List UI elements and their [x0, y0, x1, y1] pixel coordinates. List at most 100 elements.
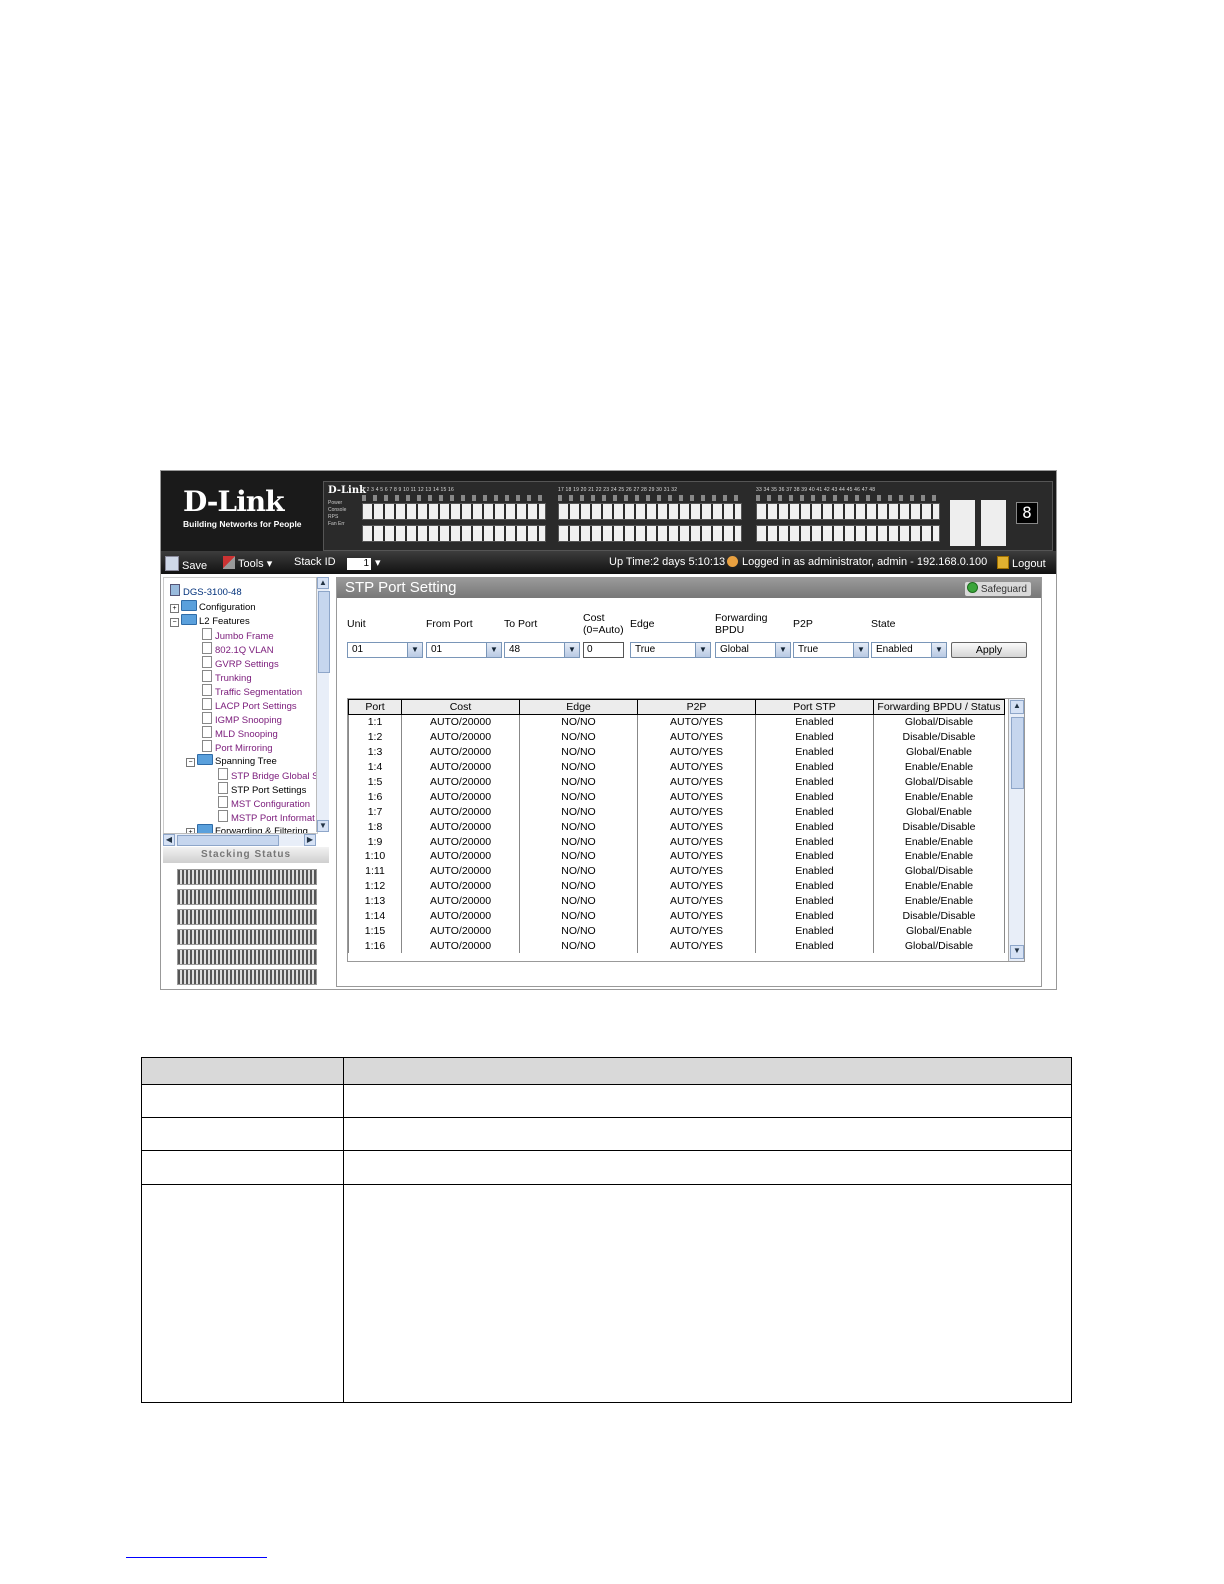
port-row-bottom[interactable] [362, 525, 546, 542]
table-row[interactable]: 1:13 AUTO/20000 NO/NO AUTO/YES Enabled Enable… [348, 893, 1005, 909]
state-select[interactable]: Enabled ▼ [871, 642, 947, 658]
table-row[interactable]: 1:16 AUTO/20000 NO/NO AUTO/YES Enabled Global… [348, 938, 1005, 954]
port-numbers: 17 18 19 20 21 22 23 24 25 26 27 28 29 3… [558, 487, 678, 493]
collapse-icon[interactable]: − [170, 618, 179, 627]
footnote-link[interactable] [126, 1557, 267, 1558]
tree-item-lacp[interactable]: LACP Port Settings [202, 698, 297, 713]
table-row[interactable]: 1:8 AUTO/20000 NO/NO AUTO/YES Enabled Disable… [348, 819, 1005, 835]
table-row[interactable]: 1:9 AUTO/20000 NO/NO AUTO/YES Enabled Enable/… [348, 834, 1005, 850]
scroll-up-icon[interactable]: ▲ [1010, 700, 1024, 714]
tree-item-root[interactable]: DGS-3100-48 [170, 584, 242, 599]
stack-unit-5[interactable] [177, 949, 317, 965]
stack-unit-6[interactable] [177, 969, 317, 985]
unit-id-display: 8 [1016, 502, 1038, 524]
table-row[interactable]: 1:4 AUTO/20000 NO/NO AUTO/YES Enabled Enable/… [348, 759, 1005, 775]
table-row[interactable]: 1:11 AUTO/20000 NO/NO AUTO/YES Enabled Global… [348, 863, 1005, 879]
port-group-1[interactable]: 1 2 3 4 5 6 7 8 9 10 11 12 13 14 15 16 [362, 487, 546, 547]
cell-port: 1:12 [348, 878, 402, 894]
sfp-ports[interactable] [950, 500, 1012, 546]
table-row[interactable]: 1:2 AUTO/20000 NO/NO AUTO/YES Enabled Disable… [348, 729, 1005, 745]
fwd-bpdu-select[interactable]: Global ▼ [715, 642, 791, 658]
table-row[interactable]: 1:5 AUTO/20000 NO/NO AUTO/YES Enabled Global/… [348, 774, 1005, 790]
port-table-body: 1:1 AUTO/20000 NO/NO AUTO/YES Enabled Global/… [348, 714, 1005, 954]
chevron-down-icon[interactable]: ▼ [486, 643, 501, 657]
cell-p2p: AUTO/YES [637, 893, 756, 909]
expand-icon[interactable]: + [170, 604, 179, 613]
from-port-select[interactable]: 01 ▼ [426, 642, 502, 658]
unit-select[interactable]: 01 ▼ [347, 642, 423, 658]
stack-id-select[interactable]: 1 [347, 558, 371, 570]
tree-item-mst-configuration[interactable]: MST Configuration [218, 796, 310, 811]
cost-label: Cost [583, 612, 605, 624]
safeguard-indicator[interactable]: Safeguard [964, 582, 1031, 596]
scroll-thumb[interactable] [318, 591, 330, 673]
tools-menu[interactable]: Tools ▾ [223, 556, 272, 570]
to-port-select[interactable]: 48 ▼ [504, 642, 580, 658]
tree-item-mld[interactable]: MLD Snooping [202, 726, 278, 741]
table-row[interactable]: 1:12 AUTO/20000 NO/NO AUTO/YES Enabled Enable… [348, 878, 1005, 894]
tree-item-jumbo-frame[interactable]: Jumbo Frame [202, 628, 274, 643]
tree-item-stp-port-settings[interactable]: STP Port Settings [218, 782, 306, 797]
tree-item-spanning-tree[interactable]: − Spanning Tree [186, 754, 277, 768]
stack-unit-3[interactable] [177, 909, 317, 925]
tree-item-mstp-port-info[interactable]: MSTP Port Informat [218, 810, 315, 825]
tree-item-gvrp[interactable]: GVRP Settings [202, 656, 279, 671]
chevron-down-icon[interactable]: ▼ [775, 643, 790, 657]
port-row-top[interactable] [558, 503, 742, 520]
logout-button[interactable]: Logout [997, 556, 1046, 570]
document-table-row [142, 1118, 1071, 1151]
tree-item-8021q-vlan[interactable]: 802.1Q VLAN [202, 642, 274, 657]
table-row[interactable]: 1:7 AUTO/20000 NO/NO AUTO/YES Enabled Global/… [348, 804, 1005, 820]
chevron-down-icon[interactable]: ▼ [695, 643, 710, 657]
port-row-bottom[interactable] [558, 525, 742, 542]
port-group-3[interactable]: 33 34 35 36 37 38 39 40 41 42 43 44 45 4… [756, 487, 940, 547]
table-row[interactable]: 1:1 AUTO/20000 NO/NO AUTO/YES Enabled Global/… [348, 714, 1005, 730]
table-row[interactable]: 1:10 AUTO/20000 NO/NO AUTO/YES Enabled Enable… [348, 849, 1005, 864]
chevron-down-icon[interactable]: ▼ [407, 643, 422, 657]
cell-fwd-bpdu: Global/Disable [873, 938, 1005, 954]
collapse-icon[interactable]: − [186, 758, 195, 767]
tree-item-trunking[interactable]: Trunking [202, 670, 252, 685]
scroll-down-icon[interactable]: ▼ [1010, 945, 1024, 959]
tree-item-port-mirroring[interactable]: Port Mirroring [202, 740, 273, 755]
table-row[interactable]: 1:14 AUTO/20000 NO/NO AUTO/YES Enabled Disabl… [348, 908, 1005, 924]
cell-p2p: AUTO/YES [637, 923, 756, 939]
scroll-left-icon[interactable]: ◀ [163, 834, 175, 846]
cell-p2p: AUTO/YES [637, 878, 756, 894]
scroll-thumb[interactable] [1011, 717, 1024, 789]
apply-button[interactable]: Apply [951, 642, 1027, 658]
p2p-select[interactable]: True ▼ [793, 642, 869, 658]
chevron-down-icon[interactable]: ▼ [853, 643, 868, 657]
switch-front-panel[interactable]: D-Link Power Console RPS Fan Err 1 2 3 4… [323, 481, 1053, 551]
port-group-2[interactable]: 17 18 19 20 21 22 23 24 25 26 27 28 29 3… [558, 487, 742, 547]
tree-item-configuration[interactable]: + Configuration [170, 600, 256, 614]
table-vertical-scrollbar[interactable]: ▲ ▼ [1008, 699, 1024, 961]
tree-item-l2-features[interactable]: − L2 Features [170, 614, 250, 628]
edge-select[interactable]: True ▼ [630, 642, 711, 658]
table-row[interactable]: 1:3 AUTO/20000 NO/NO AUTO/YES Enabled Global/… [348, 744, 1005, 760]
stack-id-arrow-icon[interactable]: ▾ [375, 556, 381, 569]
scroll-thumb[interactable] [177, 835, 279, 846]
chevron-down-icon[interactable]: ▼ [931, 643, 946, 657]
cell-fwd-bpdu: Enable/Enable [873, 849, 1005, 864]
tree-item-stp-bridge-global[interactable]: STP Bridge Global S [218, 768, 317, 783]
scroll-down-icon[interactable]: ▼ [317, 820, 329, 832]
scroll-up-icon[interactable]: ▲ [317, 577, 329, 589]
port-row-bottom[interactable] [756, 525, 940, 542]
stack-unit-2[interactable] [177, 889, 317, 905]
chevron-down-icon[interactable]: ▼ [564, 643, 579, 657]
cost-input[interactable]: 0 [583, 642, 624, 658]
stack-unit-4[interactable] [177, 929, 317, 945]
tree-horizontal-scrollbar[interactable]: ◀ ▶ [163, 833, 316, 846]
save-button[interactable]: Save [165, 556, 207, 572]
tree-item-traffic-segmentation[interactable]: Traffic Segmentation [202, 684, 302, 699]
port-row-top[interactable] [362, 503, 546, 520]
port-row-top[interactable] [756, 503, 940, 520]
table-row[interactable]: 1:15 AUTO/20000 NO/NO AUTO/YES Enabled Global… [348, 923, 1005, 939]
table-row[interactable]: 1:6 AUTO/20000 NO/NO AUTO/YES Enabled Enable/… [348, 789, 1005, 805]
scroll-right-icon[interactable]: ▶ [304, 834, 316, 846]
tree-item-igmp[interactable]: IGMP Snooping [202, 712, 282, 727]
stack-unit-1[interactable] [177, 869, 317, 885]
header-banner: D-Link Building Networks for People D-Li… [161, 471, 1056, 551]
tree-vertical-scrollbar[interactable]: ▲ ▼ [316, 577, 330, 832]
